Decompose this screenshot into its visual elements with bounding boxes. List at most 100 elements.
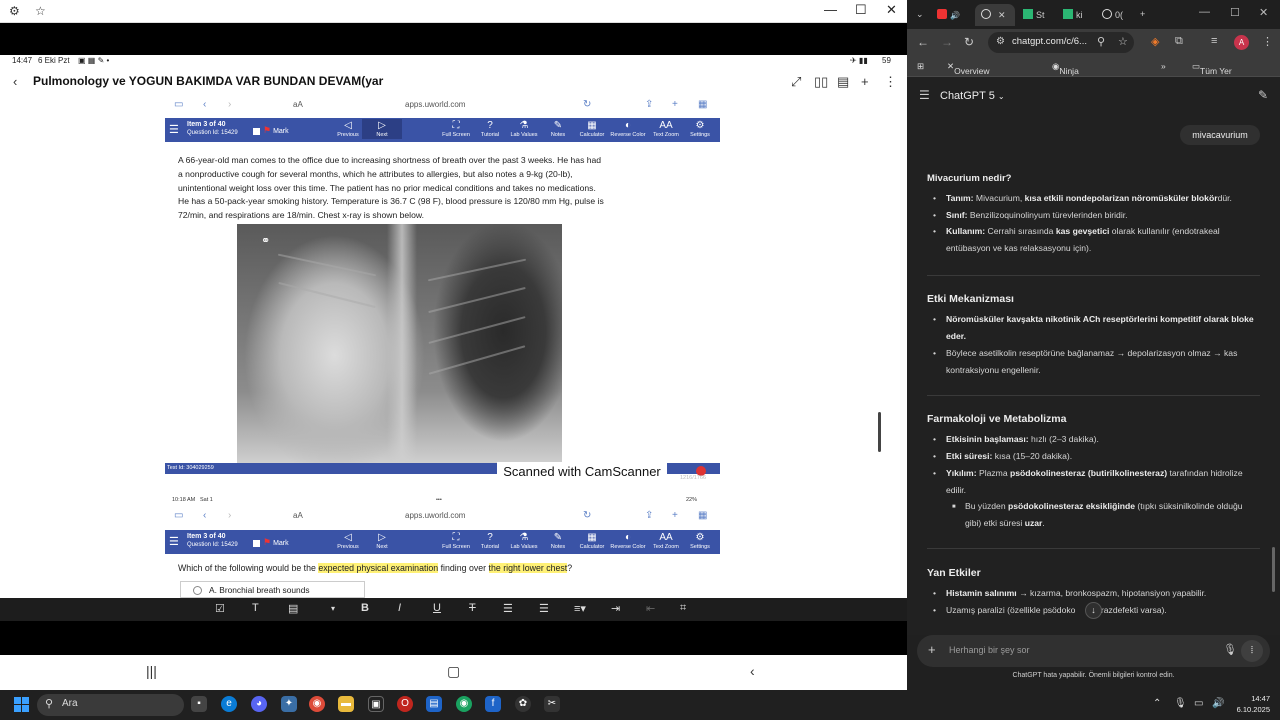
voice-mode-button[interactable]: ⦙: [1241, 640, 1263, 662]
reader-aa[interactable]: aA: [293, 511, 303, 520]
next-button[interactable]: ▷ Next: [362, 119, 402, 139]
back-arrow-icon[interactable]: ‹: [13, 74, 17, 89]
dropdown-icon[interactable]: ▾: [331, 604, 335, 613]
network-icon[interactable]: ▭: [1194, 698, 1203, 709]
edge-icon[interactable]: e: [221, 696, 237, 712]
tab-youtube[interactable]: 🔊: [937, 4, 973, 26]
book-icon[interactable]: ▯▯: [814, 74, 828, 90]
doc-scrollbar[interactable]: [878, 412, 881, 452]
snip-icon[interactable]: ✂: [544, 696, 560, 712]
tab-chatgpt[interactable]: ✕: [975, 4, 1015, 26]
tab-ki[interactable]: ki: [1059, 4, 1095, 26]
forward-icon[interactable]: →: [941, 35, 953, 49]
back-icon[interactable]: ‹: [203, 510, 206, 521]
back-icon[interactable]: ←: [917, 35, 929, 49]
align-icon[interactable]: ≡▾: [574, 602, 586, 615]
new-tab-button[interactable]: +: [1136, 4, 1154, 26]
tabs-icon[interactable]: ▦: [698, 510, 707, 521]
checkbox-icon[interactable]: ☑: [215, 602, 225, 615]
apps-icon[interactable]: ⊞: [917, 61, 924, 72]
composer-input[interactable]: Herhangi bir şey sor: [949, 645, 1030, 655]
text-style-icon[interactable]: T: [252, 602, 259, 614]
add-icon[interactable]: +: [861, 74, 869, 89]
bookmarks-more[interactable]: »: [1161, 61, 1166, 71]
home-icon[interactable]: ▢: [447, 663, 460, 680]
highlight-icon[interactable]: ▤: [288, 602, 298, 615]
tab-st[interactable]: St: [1019, 4, 1055, 26]
taskbar-clock[interactable]: 14:47 6.10.2025: [1228, 693, 1270, 715]
minimize-button[interactable]: —: [1199, 6, 1210, 18]
url-input[interactable]: ⚙ chatgpt.com/c/6... ⚲ ☆: [988, 32, 1134, 53]
mic-icon[interactable]: 🎙: [1223, 643, 1237, 656]
forward-icon[interactable]: ›: [228, 99, 231, 110]
numbered-list-icon[interactable]: ☰: [503, 602, 513, 615]
mark-checkbox[interactable]: ⚑ Mark: [253, 537, 289, 548]
indent-icon[interactable]: ⇥: [611, 602, 620, 615]
chat-scrollbar[interactable]: [1272, 547, 1275, 592]
maximize-button[interactable]: ☐: [1230, 6, 1240, 19]
more-icon[interactable]: ⋮: [884, 74, 897, 90]
share-icon[interactable]: ⇪: [645, 99, 653, 110]
media-icon[interactable]: ≡: [1211, 35, 1217, 47]
reverse-color-button[interactable]: ◐ Reverse Color: [608, 531, 648, 551]
file-explorer-icon[interactable]: ▬: [338, 696, 354, 712]
reverse-color-button[interactable]: ◐ Reverse Color: [608, 119, 648, 139]
answer-option-a[interactable]: A. Bronchial breath sounds: [180, 581, 365, 598]
italic-icon[interactable]: I: [398, 602, 401, 614]
app-icon-2[interactable]: ✿: [515, 696, 531, 712]
save-icon[interactable]: ▤: [837, 74, 849, 90]
tray-chevron-icon[interactable]: ⌃: [1153, 698, 1161, 709]
maximize-button[interactable]: ☐: [855, 2, 867, 18]
mic-tray-icon[interactable]: 🎙: [1174, 698, 1187, 709]
new-tab-icon[interactable]: +: [672, 99, 678, 110]
settings-icon[interactable]: ⚙: [9, 4, 20, 18]
calculator-button[interactable]: ▦ Calculator: [572, 531, 612, 551]
new-chat-icon[interactable]: ✎: [1258, 88, 1268, 102]
tab-globe[interactable]: 0(: [1098, 4, 1134, 26]
sidebar-icon[interactable]: ▭: [174, 510, 183, 521]
forward-icon[interactable]: ›: [228, 510, 231, 521]
mark-checkbox[interactable]: ⚑ Mark: [253, 125, 289, 136]
bookmark-ninja-nerd[interactable]: ◉ Ninja Nerd - Medici...: [1052, 61, 1091, 96]
menu-icon[interactable]: ☰: [169, 123, 179, 136]
minimize-button[interactable]: —: [824, 2, 837, 17]
menu-icon[interactable]: ☰: [169, 535, 179, 548]
close-button[interactable]: ✕: [886, 2, 897, 18]
app-f-icon[interactable]: f: [485, 696, 501, 712]
jetbrains-icon[interactable]: ▣: [368, 696, 384, 712]
chrome-menu-icon[interactable]: ⋮: [1262, 35, 1273, 48]
calculator-button[interactable]: ▦ Calculator: [572, 119, 612, 139]
next-button[interactable]: ▷ Next: [362, 531, 402, 551]
note-canvas[interactable]: ▭ ‹ › aA apps.uworld.com ↻ ⇪ + ▦ ☰ Item …: [0, 98, 884, 598]
scroll-to-bottom-button[interactable]: ↓: [1085, 602, 1102, 619]
underline-icon[interactable]: U: [433, 602, 441, 614]
strikethrough-icon[interactable]: T: [469, 602, 476, 614]
profile-avatar[interactable]: A: [1234, 35, 1249, 50]
chrome-icon[interactable]: ◉: [309, 696, 325, 712]
app-icon[interactable]: ✦: [281, 696, 297, 712]
task-view-icon[interactable]: ▪: [191, 696, 207, 712]
all-bookmarks[interactable]: ▭ Tüm Yer İşaretleri: [1192, 61, 1233, 86]
expand-icon[interactable]: ⤢: [791, 74, 801, 90]
reload-icon[interactable]: ↻: [583, 99, 591, 110]
bullet-list-icon[interactable]: ☰: [539, 602, 549, 615]
reload-icon[interactable]: ↻: [964, 35, 974, 49]
browser-url[interactable]: apps.uworld.com: [405, 511, 465, 520]
sidebar-toggle-icon[interactable]: ☰: [919, 88, 930, 102]
back-icon[interactable]: ‹: [203, 99, 206, 110]
model-selector[interactable]: ChatGPT 5 ⌄: [940, 90, 1005, 102]
back-nav-icon[interactable]: ‹: [750, 663, 755, 679]
chat-thread[interactable]: mivacavurium Mivacurium nedir? • Tanım: M…: [907, 115, 1280, 635]
recents-icon[interactable]: |||: [146, 663, 157, 679]
settings-button[interactable]: ⚙ Settings: [680, 531, 720, 551]
reader-aa[interactable]: aA: [293, 100, 303, 109]
opera-icon[interactable]: O: [397, 696, 413, 712]
table-icon[interactable]: ⌗: [680, 602, 686, 615]
store-icon[interactable]: ▤: [426, 696, 442, 712]
sidebar-icon[interactable]: ▭: [174, 99, 183, 110]
new-tab-icon[interactable]: +: [672, 510, 678, 521]
reload-icon[interactable]: ↻: [583, 510, 591, 521]
extension-icon[interactable]: ◈: [1151, 35, 1159, 48]
taskbar-search[interactable]: ⚲ Ara: [37, 694, 184, 716]
discord-icon[interactable]: ◕: [251, 696, 267, 712]
